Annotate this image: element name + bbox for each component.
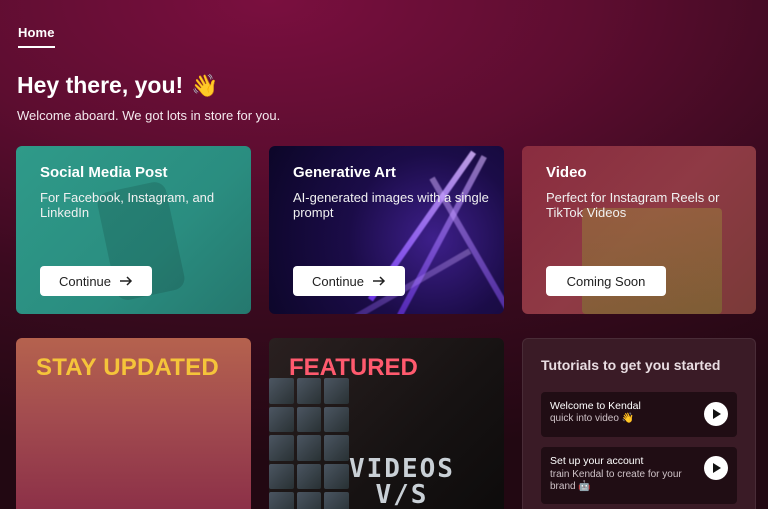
tutorial-subtitle: quick into video 👋	[550, 413, 635, 424]
tutorial-subtitle: train Kendal to create for your brand 🤖	[550, 469, 682, 492]
video-thumbnail-grid	[269, 378, 349, 509]
welcome-subtitle: Welcome aboard. We got lots in store for…	[17, 108, 281, 123]
stay-updated-title: STAY UPDATED	[36, 354, 219, 381]
video-thumbnail	[582, 208, 722, 314]
card-description: For Facebook, Instagram, and LinkedIn	[40, 190, 215, 220]
card-description: Perfect for Instagram Reels or TikTok Vi…	[546, 190, 720, 220]
tutorial-item[interactable]: Set up your account train Kendal to crea…	[541, 447, 737, 504]
featured-card[interactable]: FEATURED VIDEOS V/S	[269, 338, 504, 509]
tutorials-title: Tutorials to get you started	[541, 357, 721, 373]
tutorials-panel: Tutorials to get you started Welcome to …	[522, 338, 756, 509]
banner-line: VIDEOS	[349, 454, 455, 484]
wave-emoji-icon: 👋	[191, 72, 219, 98]
tutorial-item[interactable]: Welcome to Kendal quick into video 👋	[541, 392, 737, 437]
video-card[interactable]: Video Perfect for Instagram Reels or Tik…	[522, 146, 756, 314]
featured-title: FEATURED	[289, 354, 418, 381]
neon-beam	[397, 155, 487, 314]
banner-line: V/S	[375, 480, 429, 509]
tutorial-title: Set up your account	[550, 455, 644, 467]
arrow-right-icon	[373, 276, 386, 286]
social-media-post-card[interactable]: Social Media Post For Facebook, Instagra…	[16, 146, 251, 314]
button-label: Continue	[58, 273, 112, 289]
button-label: Continue	[311, 273, 365, 289]
greeting-text: Hey there, you!	[17, 72, 184, 98]
top-nav: Home	[18, 24, 55, 48]
stay-updated-card[interactable]: STAY UPDATED	[16, 338, 251, 509]
page-title: Hey there, you! 👋	[17, 72, 219, 99]
card-title: Social Media Post	[40, 164, 168, 181]
tutorial-title: Welcome to Kendal	[550, 400, 641, 412]
social-continue-button[interactable]: Continue	[40, 266, 152, 296]
arrow-right-icon	[120, 276, 133, 286]
coming-soon-button[interactable]: Coming Soon	[546, 266, 666, 296]
play-icon[interactable]	[704, 402, 728, 426]
card-title: Video	[546, 164, 587, 181]
generative-art-card[interactable]: Generative Art AI-generated images with …	[269, 146, 504, 314]
card-description: AI-generated images with a single prompt	[293, 190, 489, 220]
tab-home[interactable]: Home	[18, 25, 55, 48]
videos-banner: VIDEOS V/S	[349, 456, 455, 508]
art-continue-button[interactable]: Continue	[293, 266, 405, 296]
button-label: Coming Soon	[566, 273, 646, 289]
play-icon[interactable]	[704, 456, 728, 480]
card-title: Generative Art	[293, 164, 396, 181]
